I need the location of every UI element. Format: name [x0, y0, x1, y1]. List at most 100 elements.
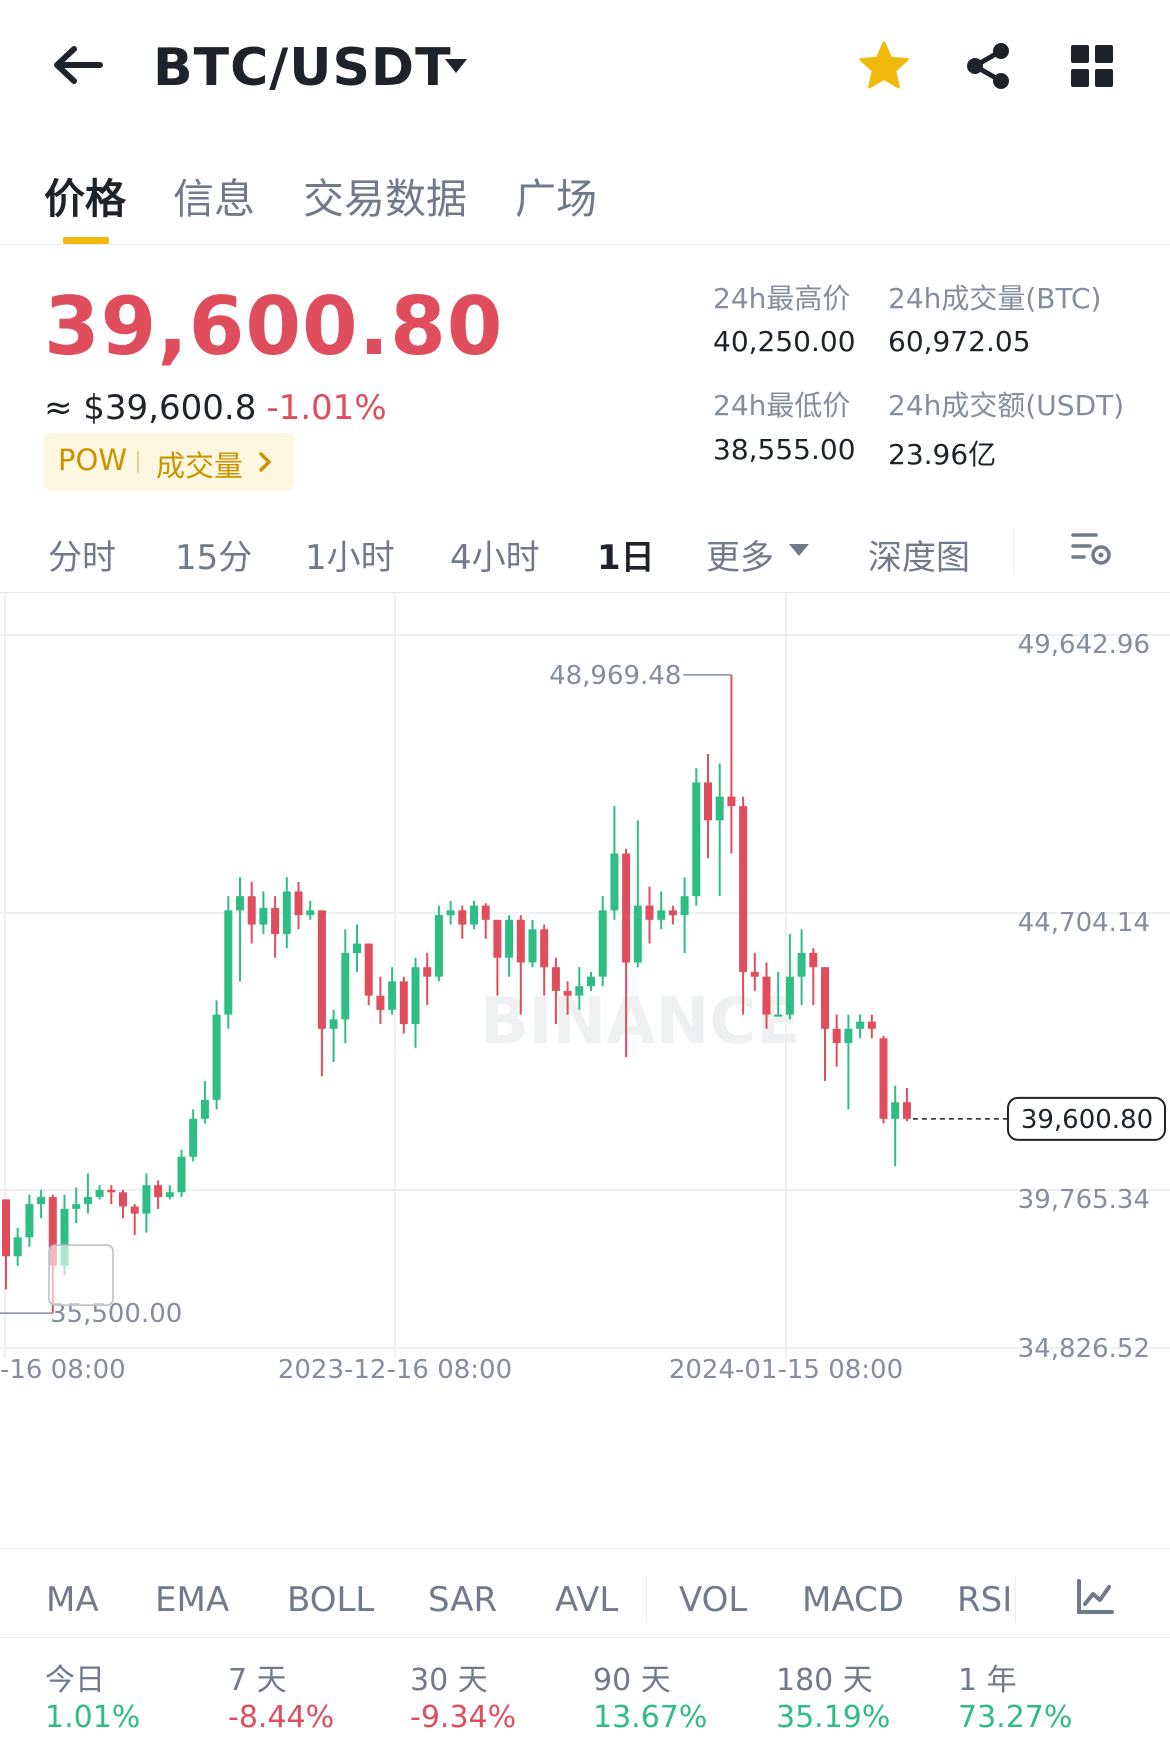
chart-settings-icon[interactable] [1070, 528, 1112, 570]
candle-body [247, 896, 256, 925]
candle-body [458, 910, 467, 925]
usd-price: ≈ $39,600.8 [44, 388, 257, 428]
candle-body [739, 806, 748, 972]
y-axis-label: 34,826.52 [1018, 1334, 1150, 1364]
candle-body [587, 976, 595, 987]
back-arrow-icon[interactable] [48, 40, 108, 90]
chevron-right-icon [259, 452, 272, 472]
candle-body [25, 1204, 34, 1238]
candle-body [797, 953, 806, 977]
usd-price-line: ≈ $39,600.8 -1.01% [44, 388, 387, 428]
interval-time-share[interactable]: 分时 [48, 530, 116, 579]
interval-1h[interactable]: 1小时 [305, 530, 395, 579]
price-change: -1.01% [266, 388, 387, 428]
candle-body [423, 967, 432, 977]
indicator-separator [646, 1576, 647, 1622]
candle-body [177, 1156, 186, 1193]
perf-value-90d: 13.67% [593, 1700, 708, 1735]
indicator-ema[interactable]: EMA [155, 1580, 229, 1620]
candle-body [575, 986, 584, 996]
candle-body [236, 896, 244, 911]
caret-down-icon[interactable] [788, 542, 810, 558]
depth-chart-tab[interactable]: 深度图 [868, 530, 970, 579]
candle-body [493, 919, 502, 958]
indicator-macd[interactable]: MACD [802, 1580, 904, 1620]
candle-body [200, 1099, 209, 1119]
tag-volume[interactable]: 成交量 [156, 443, 243, 485]
x-axis-label: 2024-01-15 08:00 [669, 1355, 903, 1385]
top-bar: BTC/USDT [0, 0, 1170, 135]
candle-body [212, 1014, 221, 1100]
candlestick-chart[interactable]: 49,642.96 44,704.14 39,765.34 34,826.52 -16 … [0, 593, 1170, 1530]
stat-high-value: 40,250.00 [713, 325, 856, 358]
candle-body [271, 907, 280, 935]
last-price-label: 39,600.80 [1021, 1105, 1153, 1135]
tab-trading-data[interactable]: 交易数据 [303, 165, 467, 225]
grid-icon[interactable] [1070, 44, 1114, 88]
perf-label-30d: 30 天 [410, 1663, 488, 1698]
candle-body [645, 905, 654, 920]
pair-title[interactable]: BTC/USDT [153, 38, 452, 98]
tab-info[interactable]: 信息 [173, 165, 255, 225]
candle-body [832, 1028, 841, 1044]
interval-4h[interactable]: 4小时 [450, 530, 540, 579]
interval-1d[interactable]: 1日 [597, 530, 655, 579]
candle-body [2, 1199, 10, 1257]
tag-pow[interactable]: POW [58, 443, 127, 477]
candle-body [622, 853, 631, 963]
stat-low-value: 38,555.00 [713, 433, 856, 466]
candle-body [785, 976, 794, 1015]
indicator-ma[interactable]: MA [46, 1580, 99, 1620]
star-icon[interactable] [858, 40, 910, 92]
indicator-rsi[interactable]: RSI [957, 1580, 1012, 1620]
candle-body [142, 1185, 151, 1214]
candle-body [341, 953, 350, 1020]
tab-price[interactable]: 价格 [44, 165, 126, 225]
y-axis-label: 39,765.34 [1018, 1185, 1150, 1215]
candle-body [329, 1019, 338, 1029]
candle-body [891, 1102, 900, 1119]
candle-body [224, 910, 233, 1015]
active-tab-indicator [63, 237, 109, 244]
indicator-vol[interactable]: VOL [679, 1580, 747, 1620]
candle-body [867, 1021, 876, 1029]
indicator-separator [1015, 1576, 1016, 1622]
tag-pill[interactable]: POW 成交量 [44, 433, 294, 491]
candle-body [528, 929, 537, 963]
candle-body [72, 1204, 81, 1209]
max-price-label: 48,969.48 [549, 661, 681, 691]
candle-body [353, 943, 361, 954]
candle-body [364, 943, 373, 996]
candle-body [505, 919, 514, 958]
indicator-chart-icon[interactable] [1075, 1577, 1115, 1617]
tab-square[interactable]: 广场 [515, 165, 597, 225]
candle-body [844, 1028, 853, 1044]
candle-body [282, 891, 291, 935]
candle-body [259, 907, 268, 925]
indicator-boll[interactable]: BOLL [287, 1580, 374, 1620]
candle-body [107, 1189, 116, 1193]
candle-body [902, 1102, 911, 1119]
candle-body [446, 910, 455, 916]
interval-15m[interactable]: 15分 [175, 530, 252, 579]
candle-body [189, 1118, 198, 1157]
chart-divider [0, 1548, 1170, 1549]
caret-down-icon[interactable] [443, 56, 469, 76]
x-axis-label: -16 08:00 [0, 1355, 126, 1385]
indicator-avl[interactable]: AVL [555, 1580, 618, 1620]
last-price: 39,600.80 [44, 280, 504, 373]
candle-body [879, 1038, 888, 1119]
tag-separator [137, 451, 139, 473]
interval-more[interactable]: 更多 [706, 530, 774, 579]
candle-body [750, 971, 759, 977]
candle-body [481, 905, 490, 920]
share-icon[interactable] [962, 40, 1014, 92]
candle-body [809, 953, 818, 968]
candle-body [704, 782, 712, 821]
perf-value-1y: 73.27% [958, 1700, 1073, 1735]
indicator-sar[interactable]: SAR [428, 1580, 497, 1620]
watermark: BINANCE [480, 985, 800, 1059]
candle-body [551, 967, 560, 991]
candle-body [856, 1021, 865, 1029]
indicator-divider [0, 1637, 1170, 1638]
